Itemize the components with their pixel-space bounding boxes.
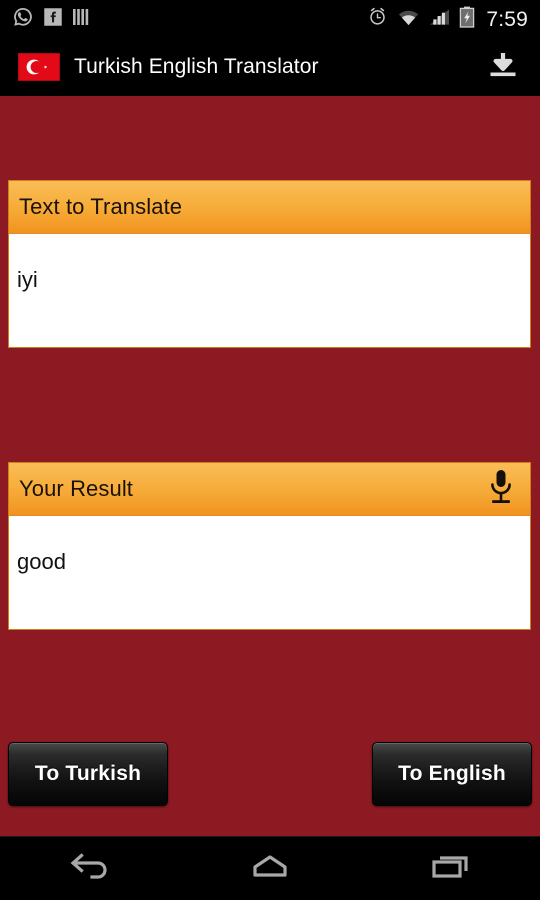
nav-back-button[interactable] [30, 837, 150, 900]
your-result-output[interactable]: good [9, 516, 530, 629]
battery-charging-icon [459, 6, 475, 33]
home-icon [246, 850, 294, 887]
wifi-icon [397, 7, 420, 32]
to-english-button[interactable]: To English [372, 742, 532, 806]
download-icon[interactable] [486, 48, 520, 87]
turkish-flag-icon [18, 53, 60, 81]
nav-home-button[interactable] [210, 837, 330, 900]
text-to-translate-value: iyi [17, 267, 38, 292]
microphone-icon[interactable] [486, 468, 516, 511]
status-bar-clock: 7:59 [486, 7, 528, 31]
your-result-title: Your Result [19, 476, 134, 501]
your-result-header: Your Result [9, 463, 530, 516]
alarm-clock-icon [367, 6, 388, 32]
bars-icon [72, 7, 90, 32]
status-bar-notification-icons [0, 6, 90, 33]
text-to-translate-header: Text to Translate [9, 181, 530, 234]
recents-icon [426, 850, 474, 887]
facebook-icon [43, 7, 63, 32]
back-icon [66, 850, 114, 887]
your-result-value: good [17, 549, 66, 574]
whatsapp-icon [12, 6, 34, 33]
app-title: Turkish English Translator [74, 55, 319, 78]
system-navigation-bar [0, 836, 540, 900]
app-screen: 7:59 Turkish English Translator Text to … [0, 0, 540, 900]
nav-recents-button[interactable] [390, 837, 510, 900]
to-turkish-button[interactable]: To Turkish [8, 742, 168, 806]
your-result-card: Your Result good [8, 462, 531, 630]
app-bar: Turkish English Translator [0, 38, 540, 96]
main-content: Text to Translate iyi Your Result good T… [0, 96, 540, 836]
text-to-translate-input[interactable]: iyi [9, 234, 530, 347]
text-to-translate-title: Text to Translate [19, 194, 183, 219]
status-bar-system-icons: 7:59 [367, 6, 540, 33]
text-to-translate-card: Text to Translate iyi [8, 180, 531, 348]
status-bar: 7:59 [0, 0, 540, 38]
cellular-signal-icon [429, 7, 450, 32]
